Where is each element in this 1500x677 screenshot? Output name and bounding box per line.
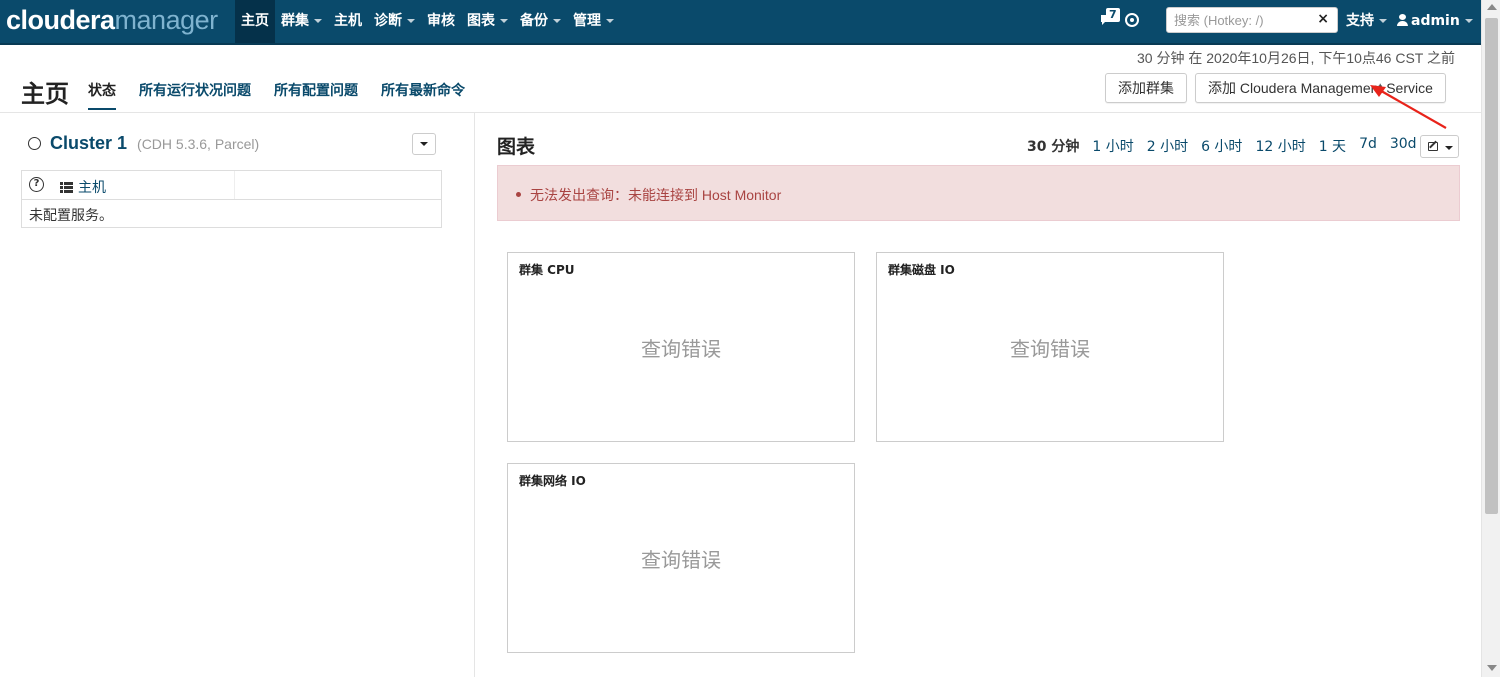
chart-title: 群集网络 IO — [519, 474, 586, 488]
notifications-button[interactable]: 7 — [1100, 8, 1122, 30]
nav-backup[interactable]: 备份 — [514, 0, 567, 43]
nav-hosts[interactable]: 主机 — [328, 0, 368, 43]
header-divider — [0, 112, 1481, 113]
chevron-down-icon — [606, 19, 614, 23]
support-menu[interactable]: 支持 — [1346, 0, 1387, 43]
cloudera-manager-logo[interactable]: clouderamanager — [6, 5, 218, 36]
chart-card-cluster-network-io[interactable]: 群集网络 IO 查询错误 — [507, 463, 855, 653]
add-management-service-button[interactable]: 添加 Cloudera Management Service — [1195, 73, 1446, 103]
hosts-link[interactable]: 主机 — [60, 177, 106, 197]
alert-bullet — [516, 192, 521, 197]
hosts-label: 主机 — [78, 180, 106, 196]
range-1h[interactable]: 1 小时 — [1092, 136, 1133, 156]
chart-error-text: 查询错误 — [641, 337, 721, 361]
cluster-header: Cluster 1 (CDH 5.3.6, Parcel) — [28, 133, 259, 154]
running-commands-icon[interactable] — [1125, 13, 1139, 27]
no-services-message: 未配置服务。 — [29, 208, 113, 224]
cluster-status-icon — [28, 137, 41, 150]
chart-title: 群集 CPU — [519, 263, 575, 277]
tab-status[interactable]: 状态 — [88, 80, 116, 110]
range-2h[interactable]: 2 小时 — [1147, 136, 1188, 156]
chevron-down-icon — [500, 19, 508, 23]
chart-card-cluster-cpu[interactable]: 群集 CPU 查询错误 — [507, 252, 855, 442]
range-30d[interactable]: 30d — [1390, 136, 1417, 156]
nav-charts-label: 图表 — [467, 13, 495, 29]
chevron-down-icon — [420, 142, 428, 146]
tab-all-health-issues[interactable]: 所有运行状况问题 — [139, 80, 251, 110]
search-input[interactable] — [1167, 8, 1307, 32]
chart-error-text: 查询错误 — [641, 548, 721, 572]
add-cluster-button[interactable]: 添加群集 — [1105, 73, 1187, 103]
page-tabs: 状态 所有运行状况问题 所有配置问题 所有最新命令 — [88, 80, 488, 110]
range-7d[interactable]: 7d — [1359, 136, 1377, 156]
nav-audits-label: 审核 — [427, 13, 455, 29]
nav-home[interactable]: 主页 — [235, 0, 275, 43]
column-divider — [474, 113, 475, 677]
nav-home-label: 主页 — [241, 13, 269, 29]
page-title: 主页 — [21, 80, 69, 108]
chart-error-text: 查询错误 — [1010, 337, 1090, 361]
notification-badge: 7 — [1106, 8, 1120, 22]
nav-administration-label: 管理 — [573, 13, 601, 29]
chevron-down-icon — [1379, 19, 1387, 23]
range-6h[interactable]: 6 小时 — [1201, 136, 1242, 156]
scroll-down-icon[interactable] — [1487, 665, 1497, 671]
nav-backup-label: 备份 — [520, 13, 548, 29]
nav-audits[interactable]: 审核 — [421, 0, 461, 43]
cluster-services-table: ? 主机 未配置服务。 — [21, 170, 442, 228]
nav-administration[interactable]: 管理 — [567, 0, 620, 43]
cluster-actions-dropdown[interactable] — [412, 133, 436, 155]
nav-clusters[interactable]: 群集 — [275, 0, 328, 43]
charts-title: 图表 — [497, 136, 536, 158]
chevron-down-icon — [1464, 19, 1473, 23]
chart-title: 群集磁盘 IO — [888, 263, 955, 277]
scroll-up-icon[interactable] — [1487, 4, 1497, 10]
cluster-version: (CDH 5.3.6, Parcel) — [137, 136, 260, 152]
time-range-selector: 30 分钟 1 小时 2 小时 6 小时 12 小时 1 天 7d 30d — [1027, 136, 1430, 156]
tab-all-config-issues[interactable]: 所有配置问题 — [274, 80, 358, 110]
nav-diagnostics[interactable]: 诊断 — [368, 0, 421, 43]
table-cell — [234, 171, 235, 199]
chevron-down-icon — [553, 19, 561, 23]
clear-search-icon[interactable]: × — [1317, 11, 1329, 27]
edit-charts-dropdown[interactable] — [1420, 135, 1459, 158]
range-1d[interactable]: 1 天 — [1319, 136, 1346, 156]
table-header-row: ? 主机 — [22, 171, 441, 200]
list-icon — [60, 182, 73, 193]
range-30m[interactable]: 30 分钟 — [1027, 136, 1079, 156]
chevron-down-icon — [1445, 146, 1453, 150]
page-scrollbar[interactable] — [1481, 0, 1500, 677]
range-12h[interactable]: 12 小时 — [1255, 136, 1305, 156]
help-icon[interactable]: ? — [29, 177, 44, 192]
chevron-down-icon — [314, 19, 322, 23]
support-label: 支持 — [1346, 13, 1374, 29]
edit-icon — [1428, 142, 1438, 151]
top-navbar: clouderamanager 主页 群集 主机 诊断 审核 图表 备份 管理 … — [0, 0, 1481, 45]
chevron-down-icon — [407, 19, 415, 23]
nav-diagnostics-label: 诊断 — [374, 13, 402, 29]
user-label: admin — [1411, 13, 1460, 29]
logo-secondary: manager — [114, 5, 219, 35]
alert-message: 无法发出查询：未能连接到 Host Monitor — [530, 187, 782, 203]
nav-hosts-label: 主机 — [334, 13, 362, 29]
nav-charts[interactable]: 图表 — [461, 0, 514, 43]
chart-card-cluster-disk-io[interactable]: 群集磁盘 IO 查询错误 — [876, 252, 1224, 442]
tab-all-recent-commands[interactable]: 所有最新命令 — [381, 80, 465, 110]
error-alert: 无法发出查询：未能连接到 Host Monitor — [497, 165, 1460, 221]
nav-clusters-label: 群集 — [281, 13, 309, 29]
main-menu: 主页 群集 主机 诊断 审核 图表 备份 管理 — [235, 0, 620, 43]
cluster-name-link[interactable]: Cluster 1 — [50, 133, 127, 153]
user-menu[interactable]: admin — [1397, 0, 1473, 43]
user-icon — [1397, 14, 1408, 26]
scroll-thumb[interactable] — [1485, 18, 1498, 514]
time-range-timestamp[interactable]: 30 分钟 在 2020年10月26日, 下午10点46 CST 之前 — [1137, 48, 1455, 68]
search-box: × — [1166, 7, 1338, 33]
logo-primary: cloudera — [6, 5, 115, 35]
